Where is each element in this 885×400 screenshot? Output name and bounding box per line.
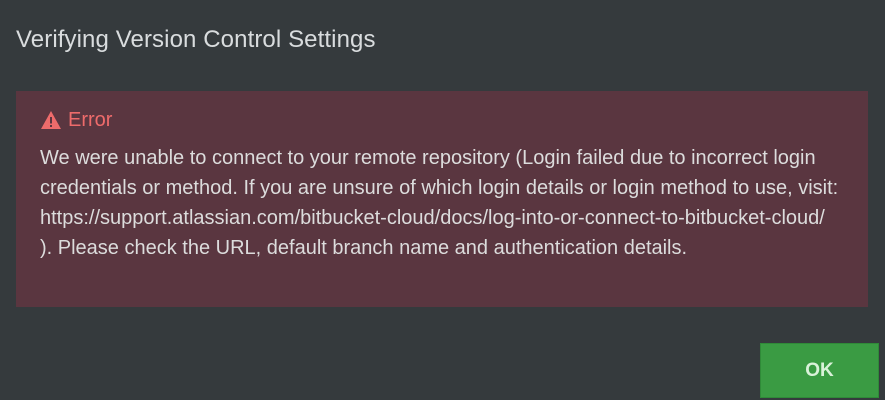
error-message: We were unable to connect to your remote…	[40, 147, 839, 259]
warning-triangle-icon	[40, 110, 62, 130]
error-heading: Error	[68, 108, 113, 131]
dialog-title: Verifying Version Control Settings	[16, 26, 376, 53]
error-panel: Error We were unable to connect to your …	[16, 91, 868, 307]
version-control-dialog: Verifying Version Control Settings Error…	[0, 0, 885, 400]
error-header: Error	[40, 107, 844, 133]
ok-button[interactable]: OK	[760, 343, 879, 398]
